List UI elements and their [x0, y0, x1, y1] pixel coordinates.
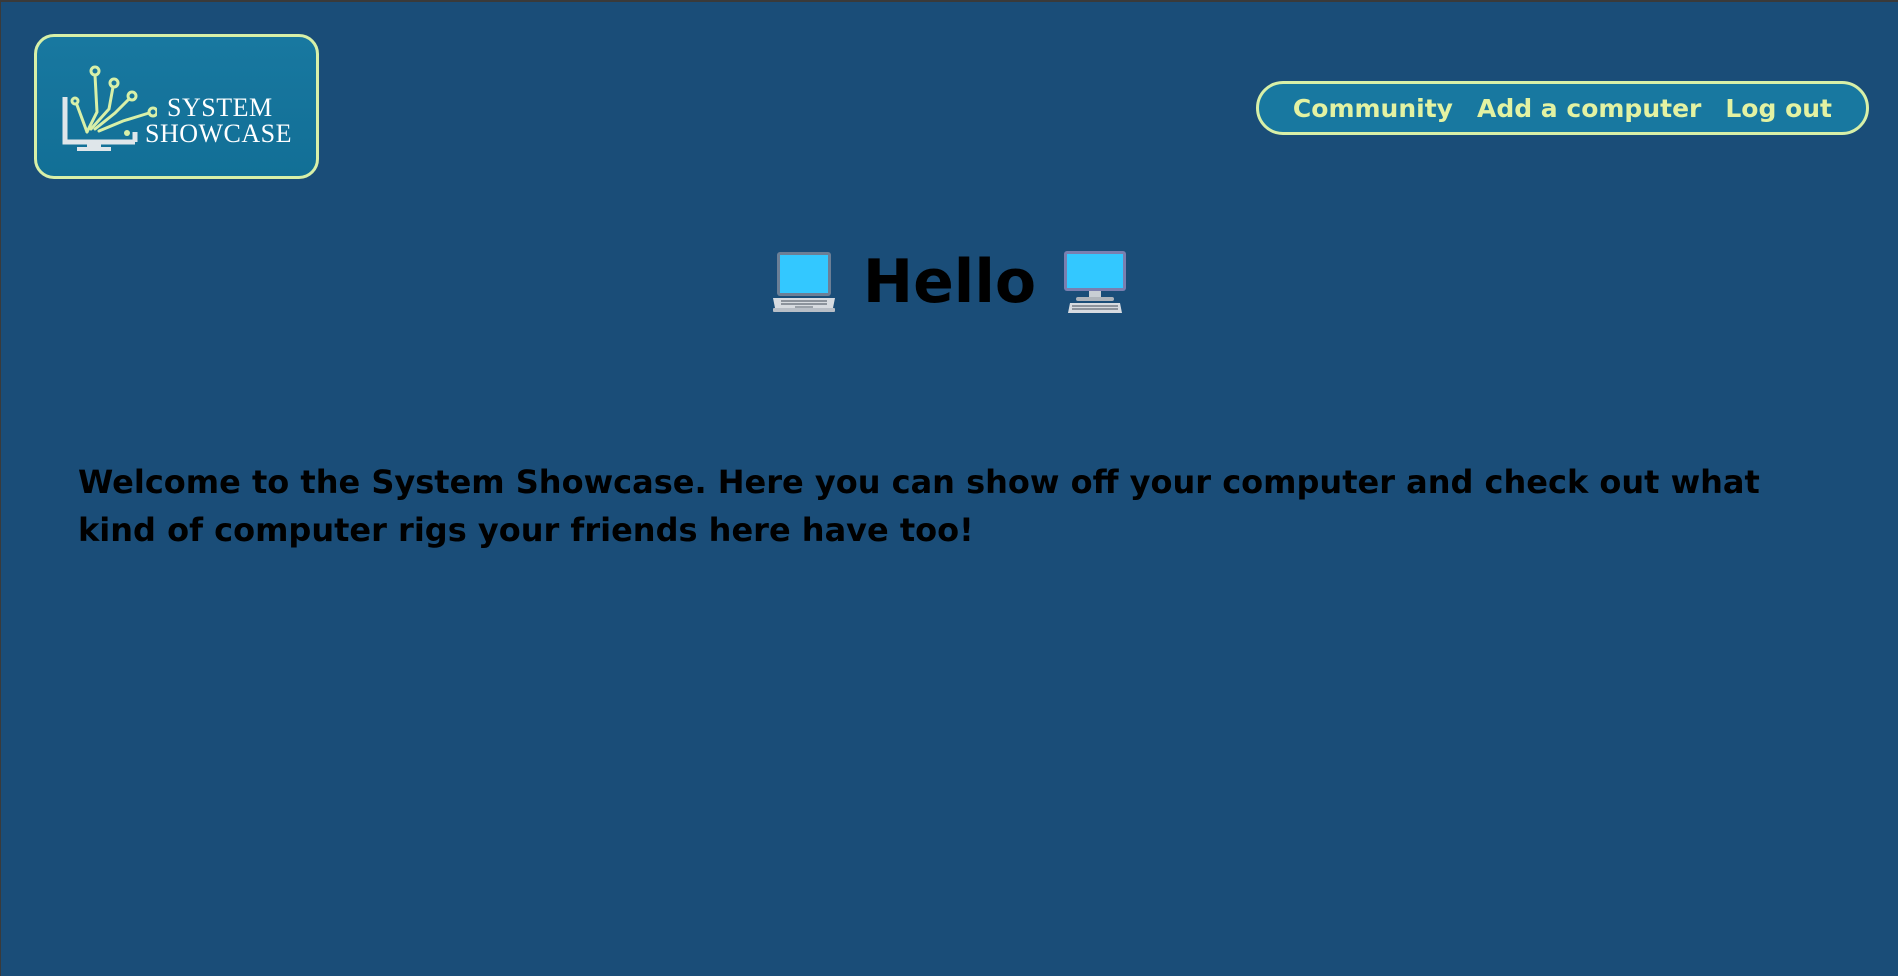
- logo-text: SYSTEM SHOWCASE: [141, 95, 311, 147]
- nav-link-community[interactable]: Community: [1293, 94, 1453, 123]
- laptop-icon: [771, 250, 837, 314]
- site-logo[interactable]: SYSTEM SHOWCASE: [34, 34, 319, 179]
- main-nav: Community Add a computer Log out: [1255, 81, 1869, 135]
- logo-line-1: SYSTEM: [167, 93, 273, 122]
- nav-link-log-out[interactable]: Log out: [1725, 94, 1832, 123]
- greeting-row: Hello: [1, 247, 1898, 317]
- logo-line-2: SHOWCASE: [145, 119, 293, 148]
- page-title: Hello: [862, 247, 1037, 317]
- welcome-message: Welcome to the System Showcase. Here you…: [78, 463, 1760, 549]
- nav-link-add-computer[interactable]: Add a computer: [1477, 94, 1701, 123]
- desktop-computer-icon: [1062, 249, 1128, 315]
